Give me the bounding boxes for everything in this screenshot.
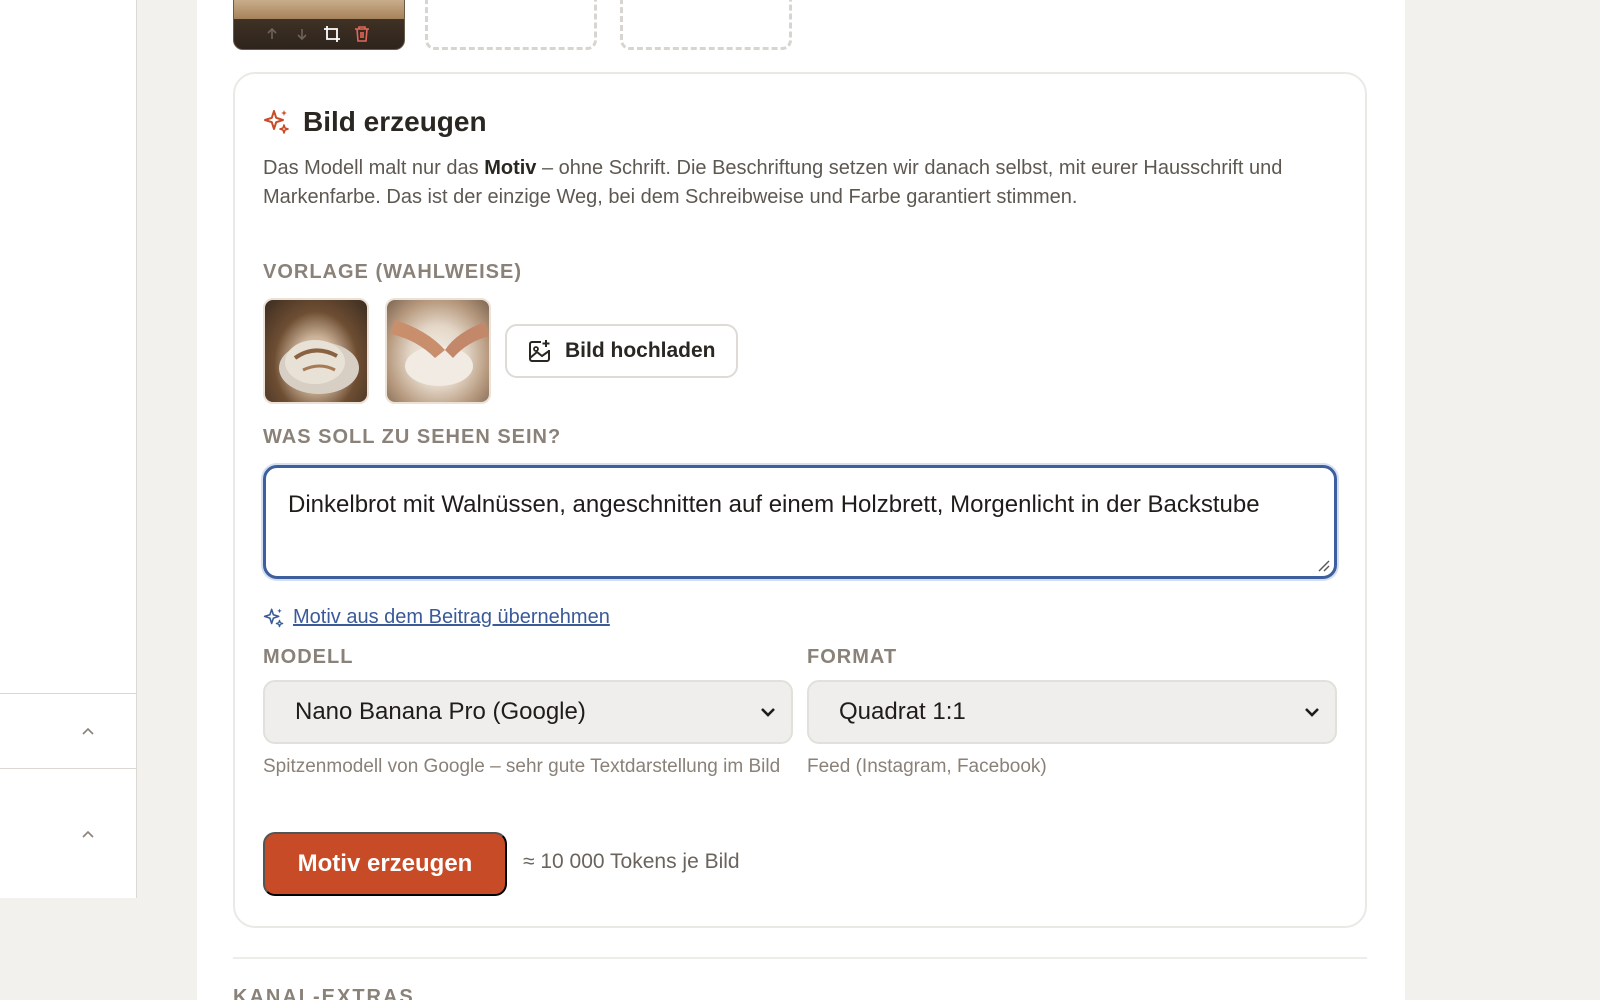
model-label: MODELL bbox=[263, 646, 354, 668]
arrow-down-icon[interactable] bbox=[292, 24, 312, 44]
reference-label: VORLAGE (WAHLWEISE) bbox=[263, 261, 522, 283]
format-select[interactable]: Quadrat 1:1 bbox=[807, 680, 1337, 744]
chevron-down-icon bbox=[761, 708, 775, 717]
resize-handle-icon[interactable] bbox=[1316, 558, 1330, 572]
chevron-up-icon bbox=[82, 727, 94, 735]
image-slot-filled[interactable] bbox=[233, 0, 405, 50]
image-slot-empty[interactable] bbox=[425, 0, 597, 50]
description-emphasis: Motiv bbox=[484, 157, 537, 179]
format-select-value: Quadrat 1:1 bbox=[839, 698, 966, 725]
image-slot-toolbar bbox=[234, 19, 404, 49]
card-title: Bild erzeugen bbox=[303, 106, 487, 137]
take-motif-from-post-link[interactable]: Motiv aus dem Beitrag übernehmen bbox=[263, 606, 610, 629]
format-hint: Feed (Instagram, Facebook) bbox=[807, 756, 1047, 777]
prompt-label: WAS SOLL ZU SEHEN SEIN? bbox=[263, 426, 562, 448]
side-panel bbox=[0, 0, 137, 898]
collapse-toggle-2[interactable] bbox=[0, 768, 136, 898]
generate-image-card: Bild erzeugen Das Modell malt nur das Mo… bbox=[233, 72, 1367, 928]
prompt-text: Dinkelbrot mit Walnüssen, angeschnitten … bbox=[288, 491, 1260, 518]
sparkle-icon bbox=[263, 608, 284, 627]
chevron-down-icon bbox=[1305, 708, 1319, 717]
motif-link-label: Motiv aus dem Beitrag übernehmen bbox=[293, 606, 610, 628]
trash-icon[interactable] bbox=[352, 24, 372, 44]
model-hint: Spitzenmodell von Google – sehr gute Tex… bbox=[263, 756, 781, 777]
upload-button-label: Bild hochladen bbox=[565, 339, 716, 362]
generate-motif-button[interactable]: Motiv erzeugen bbox=[263, 832, 507, 896]
reference-image-dough[interactable] bbox=[385, 298, 491, 404]
format-label: FORMAT bbox=[807, 646, 898, 668]
arrow-up-icon[interactable] bbox=[262, 24, 282, 44]
bread-image bbox=[279, 340, 359, 394]
editor-main: Bild erzeugen Das Modell malt nur das Mo… bbox=[197, 0, 1405, 1000]
collapse-toggle-1[interactable] bbox=[0, 693, 136, 768]
section-divider bbox=[233, 957, 1367, 959]
dough-image bbox=[391, 320, 489, 386]
upload-image-button[interactable]: Bild hochladen bbox=[505, 324, 738, 378]
image-slot-empty[interactable] bbox=[620, 0, 792, 50]
description-text: Das Modell malt nur das bbox=[263, 157, 485, 179]
crop-icon[interactable] bbox=[322, 24, 342, 44]
reference-image-bread[interactable] bbox=[263, 298, 369, 404]
model-select[interactable]: Nano Banana Pro (Google) bbox=[263, 680, 793, 744]
token-cost: ≈ 10 000 Tokens je Bild bbox=[523, 850, 740, 873]
model-select-value: Nano Banana Pro (Google) bbox=[295, 698, 586, 725]
image-plus-icon bbox=[529, 340, 550, 362]
card-description: Das Modell malt nur das Motiv – ohne Sch… bbox=[263, 154, 1283, 212]
card-header: Bild erzeugen bbox=[263, 106, 487, 138]
sparkle-icon bbox=[264, 110, 289, 134]
chevron-up-icon bbox=[82, 830, 94, 838]
prompt-textarea[interactable]: Dinkelbrot mit Walnüssen, angeschnitten … bbox=[263, 465, 1337, 579]
section-title-channel-extras: KANAL-EXTRAS bbox=[233, 986, 415, 1000]
